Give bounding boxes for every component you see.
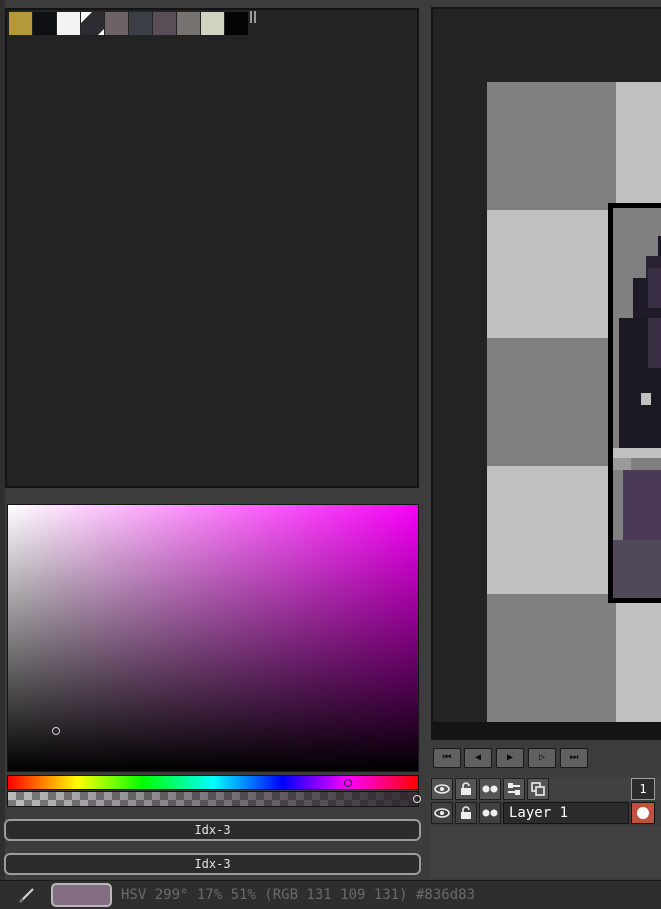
- alpha-slider[interactable]: [7, 791, 419, 807]
- layer-visibility-toggle[interactable]: [431, 802, 453, 824]
- saturation-value-picker[interactable]: [7, 504, 419, 772]
- canvas-horizontal-scrollbar[interactable]: [433, 722, 661, 738]
- color-index-field-1[interactable]: Idx-3: [4, 819, 421, 841]
- last-frame-button[interactable]: ⏭: [560, 748, 588, 768]
- cel-content-dot-icon: [637, 807, 649, 819]
- palette-swatch[interactable]: [177, 12, 200, 35]
- layer-blend-button[interactable]: [527, 778, 549, 800]
- timeline-empty-area: [430, 826, 661, 878]
- palette-swatch[interactable]: [105, 12, 128, 35]
- onion-skin-toggle[interactable]: [479, 778, 501, 800]
- palette-swatch[interactable]: [225, 12, 248, 35]
- palette-swatch[interactable]: [129, 12, 152, 35]
- frame-number-header[interactable]: 1: [631, 778, 655, 800]
- lock-toggle-all[interactable]: [455, 778, 477, 800]
- alpha-slider-cursor[interactable]: [413, 795, 421, 803]
- first-frame-button[interactable]: ⏮: [433, 748, 461, 768]
- onion-skin-icon: [482, 809, 498, 817]
- palette-panel: [5, 8, 419, 488]
- current-color-swatch[interactable]: [51, 883, 112, 907]
- hue-slider-cursor[interactable]: [344, 779, 352, 787]
- sprite-artwork[interactable]: [608, 203, 661, 603]
- color-index-field-2[interactable]: Idx-3: [4, 853, 421, 875]
- sv-picker-cursor[interactable]: [52, 727, 60, 735]
- play-button[interactable]: ▶: [496, 748, 524, 768]
- pencil-tool-icon: [19, 888, 34, 903]
- palette-swatch-selected[interactable]: [81, 12, 104, 35]
- layer-name[interactable]: Layer 1: [503, 802, 629, 824]
- eye-icon: [434, 808, 450, 818]
- link-cels-icon: [508, 783, 520, 795]
- palette-swatch[interactable]: [153, 12, 176, 35]
- overlapping-squares-icon: [531, 782, 545, 796]
- onion-skin-icon: [482, 785, 498, 793]
- hue-slider[interactable]: [7, 775, 419, 790]
- layer-onion-toggle[interactable]: [479, 802, 501, 824]
- palette-resize-grip-icon[interactable]: [250, 11, 258, 25]
- palette-swatch[interactable]: [57, 12, 80, 35]
- palette-swatch[interactable]: [9, 12, 32, 35]
- lock-icon: [461, 782, 471, 795]
- lock-icon: [461, 806, 471, 819]
- palette-swatch[interactable]: [33, 12, 56, 35]
- selected-swatch-marker-icon: [81, 12, 104, 35]
- next-frame-button[interactable]: ▷: [528, 748, 556, 768]
- layer-lock-toggle[interactable]: [455, 802, 477, 824]
- link-cels-button[interactable]: [503, 778, 525, 800]
- eye-icon: [434, 784, 450, 794]
- previous-frame-button[interactable]: ◀: [464, 748, 492, 768]
- palette-swatch[interactable]: [201, 12, 224, 35]
- visibility-toggle-all[interactable]: [431, 778, 453, 800]
- color-info-text: HSV 299° 17% 51% (RGB 131 109 131) #836d…: [121, 887, 476, 903]
